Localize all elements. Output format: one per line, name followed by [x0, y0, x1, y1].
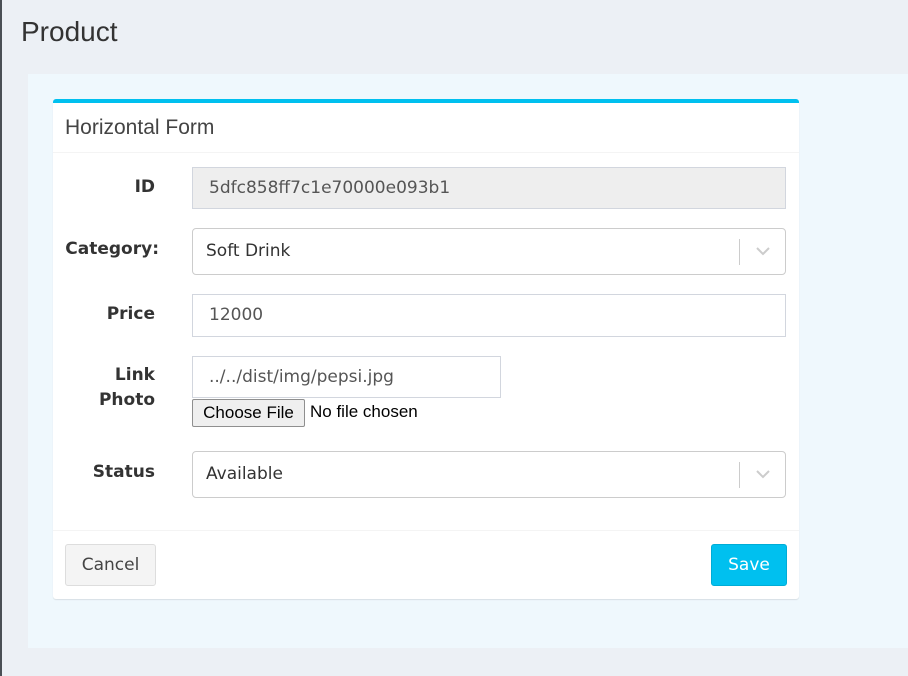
page-title: Product [21, 16, 118, 47]
price-input[interactable]: 12000 [192, 294, 786, 337]
cancel-button[interactable]: Cancel [65, 544, 156, 586]
link-photo-label-line1: Link [114, 365, 155, 385]
photo-link-input[interactable]: ../../dist/img/pepsi.jpg [192, 356, 501, 398]
select-separator [739, 239, 740, 265]
status-select-value: Available [206, 464, 283, 484]
chevron-down-icon[interactable] [755, 245, 771, 257]
link-photo-label-line2: Photo [98, 390, 155, 410]
sidebar-edge [0, 0, 2, 676]
box-footer-divider [53, 530, 799, 531]
category-select-value: Soft Drink [206, 241, 291, 261]
file-status-text: No file chosen [310, 402, 418, 421]
price-label: Price [106, 304, 155, 324]
box-title: Horizontal Form [65, 116, 215, 139]
id-field: 5dfc858ff7c1e70000e093b1 [192, 167, 786, 209]
category-select[interactable]: Soft Drink [192, 228, 786, 275]
id-label: ID [134, 177, 155, 197]
select-separator [739, 462, 740, 488]
box-header: Horizontal Form [53, 103, 799, 153]
status-label: Status [92, 462, 155, 482]
category-label: Category: [65, 239, 159, 259]
choose-file-button[interactable]: Choose File [192, 399, 305, 427]
status-select[interactable]: Available [192, 451, 786, 498]
chevron-down-icon[interactable] [755, 468, 771, 480]
horizontal-form-box: Horizontal Form ID 5dfc858ff7c1e70000e09… [53, 99, 799, 599]
save-button[interactable]: Save [711, 544, 787, 586]
